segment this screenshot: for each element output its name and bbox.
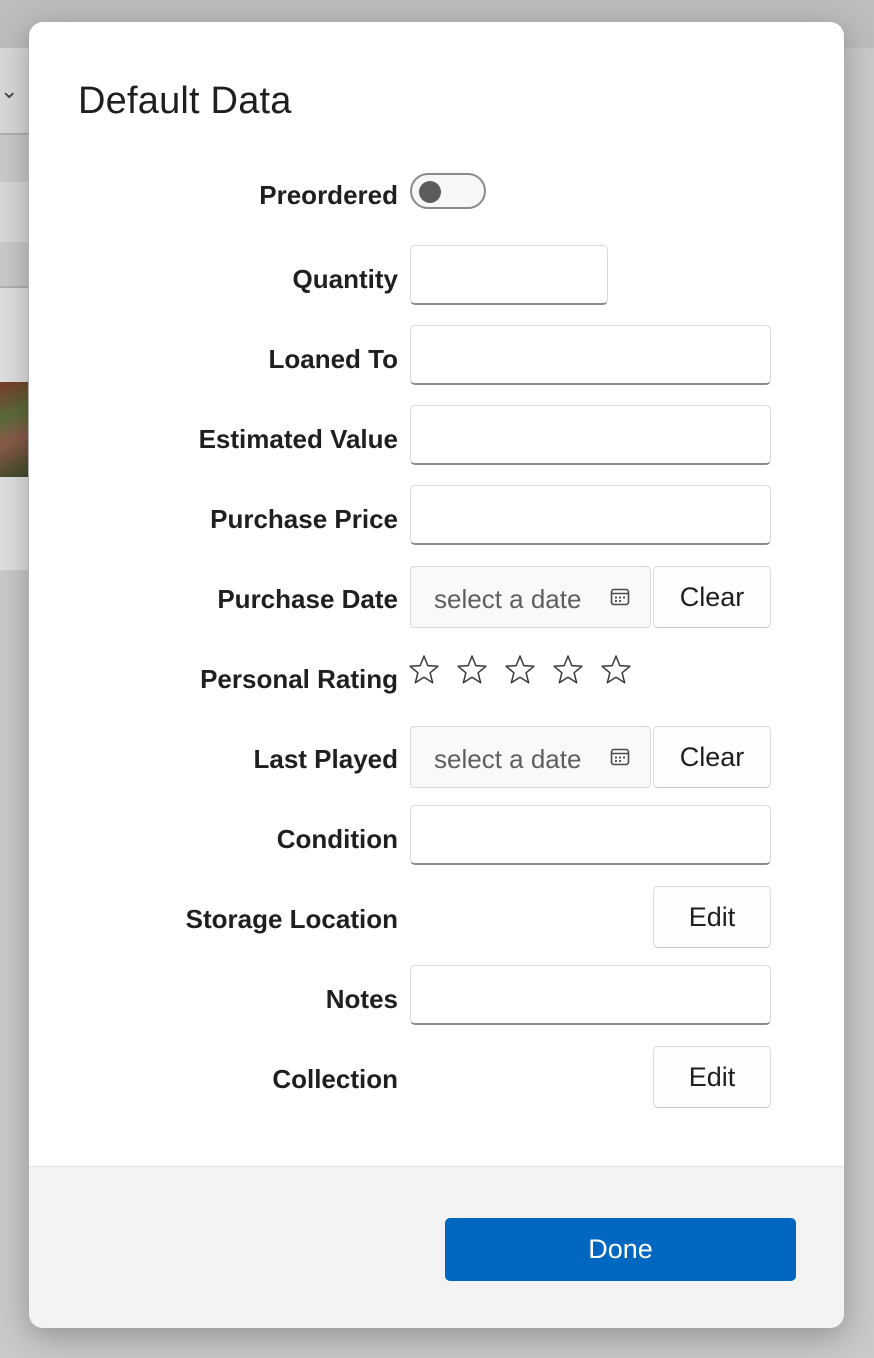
background-cover-thumbnail	[0, 382, 28, 477]
loaned-to-input[interactable]	[411, 326, 770, 383]
background-divider	[0, 133, 28, 135]
loaned-to-field[interactable]	[410, 325, 771, 385]
notes-field[interactable]	[410, 965, 771, 1025]
last-played-placeholder: select a date	[434, 744, 582, 774]
default-data-dialog: Default Data Preordered Quantity Loaned …	[29, 22, 844, 1328]
condition-field[interactable]	[410, 805, 771, 865]
loaned-to-label: Loaned To	[268, 344, 398, 374]
purchase-price-label: Purchase Price	[210, 504, 398, 534]
last-played-clear-button[interactable]: Clear	[653, 726, 771, 788]
estimated-value-field[interactable]	[410, 405, 771, 465]
personal-rating-stars[interactable]	[408, 654, 632, 686]
star-1-icon[interactable]	[408, 654, 440, 686]
purchase-date-picker[interactable]: select a date	[410, 566, 651, 628]
collection-edit-button[interactable]: Edit	[653, 1046, 771, 1108]
dialog-footer: Done	[29, 1166, 844, 1328]
last-played-picker[interactable]: select a date	[410, 726, 651, 788]
estimated-value-label: Estimated Value	[198, 424, 398, 454]
storage-location-label: Storage Location	[185, 904, 398, 934]
star-4-icon[interactable]	[552, 654, 584, 686]
star-2-icon[interactable]	[456, 654, 488, 686]
star-5-icon[interactable]	[600, 654, 632, 686]
last-played-label: Last Played	[253, 744, 398, 774]
condition-input[interactable]	[411, 806, 770, 863]
notes-input[interactable]	[411, 966, 770, 1023]
personal-rating-label: Personal Rating	[200, 664, 398, 694]
done-button[interactable]: Done	[445, 1218, 796, 1281]
storage-location-edit-button[interactable]: Edit	[653, 886, 771, 948]
star-3-icon[interactable]	[504, 654, 536, 686]
quantity-input[interactable]	[411, 246, 607, 303]
condition-label: Condition	[276, 824, 398, 854]
estimated-value-input[interactable]	[411, 406, 770, 463]
preordered-label: Preordered	[259, 180, 398, 210]
purchase-date-placeholder: select a date	[434, 584, 582, 614]
background-caret-icon: ⌄	[0, 78, 19, 103]
purchase-date-clear-button[interactable]: Clear	[653, 566, 771, 628]
calendar-icon	[610, 748, 630, 766]
notes-label: Notes	[325, 984, 398, 1014]
toggle-knob	[419, 181, 441, 203]
purchase-date-label: Purchase Date	[217, 584, 398, 614]
preordered-toggle[interactable]	[410, 173, 486, 209]
purchase-price-field[interactable]	[410, 485, 771, 545]
dialog-title: Default Data	[78, 80, 292, 122]
quantity-label: Quantity	[292, 264, 398, 294]
purchase-price-input[interactable]	[411, 486, 770, 543]
collection-label: Collection	[272, 1064, 398, 1094]
background-app-row	[0, 182, 28, 242]
quantity-field[interactable]	[410, 245, 608, 305]
calendar-icon	[610, 588, 630, 606]
